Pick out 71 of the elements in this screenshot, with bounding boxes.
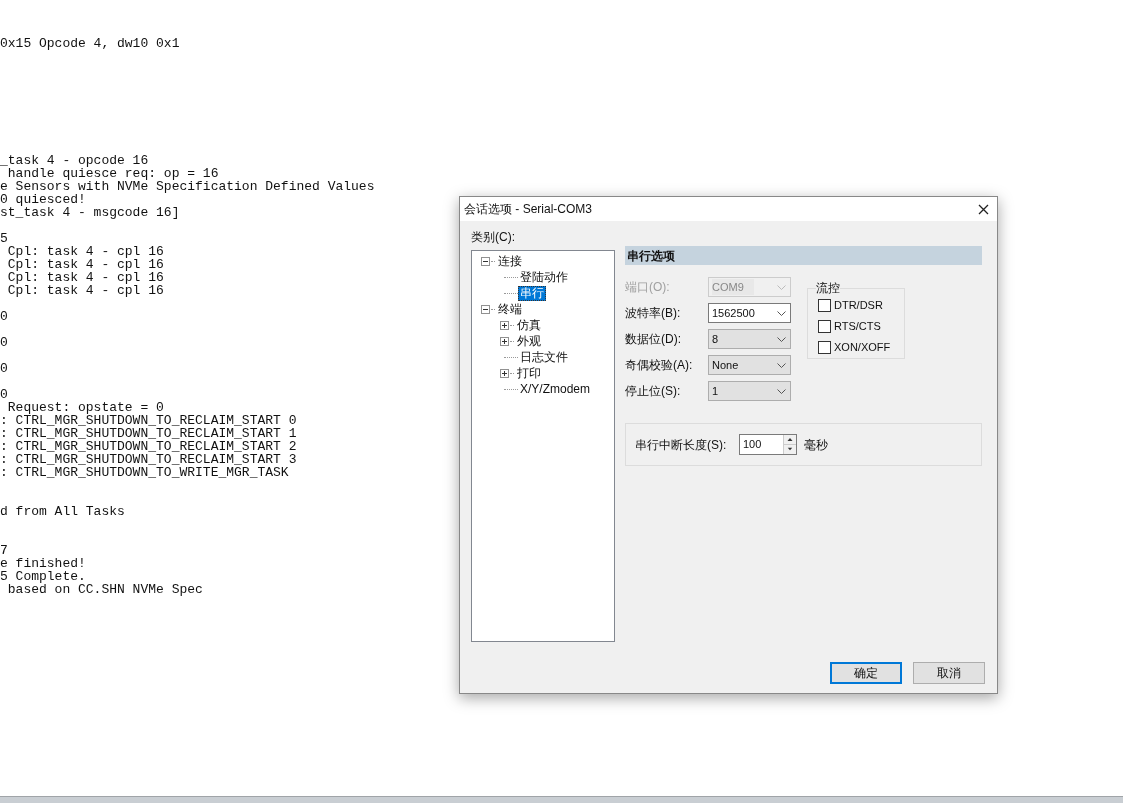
terminal-line: based on CC.SHN NVMe Spec [6, 582, 203, 597]
terminal-line: 0 [0, 335, 8, 350]
checkbox[interactable] [818, 299, 831, 312]
chevron-down-icon [777, 310, 786, 316]
terminal-line: e Sensors with NVMe Specification Defined Values [0, 179, 375, 194]
chevron-down-icon [777, 336, 786, 342]
checkbox-label: DTR/DSR [834, 298, 883, 314]
terminal-line: handle quiesce req: op = 16 [6, 166, 219, 181]
close-icon[interactable] [978, 203, 989, 215]
expand-icon[interactable] [500, 336, 509, 346]
dropdown-field[interactable]: 1562500 [708, 303, 791, 323]
terminal-line: 5 Complete. [0, 569, 86, 584]
chevron-down-icon [777, 388, 786, 394]
terminal-line: : CTRL_MGR_SHUTDOWN_TO_RECLAIM_START 3 [0, 452, 297, 467]
tree-item[interactable]: X/Y/Zmodem [518, 381, 593, 397]
field-label: 停止位(S): [625, 383, 682, 400]
expand-icon[interactable] [500, 320, 509, 330]
chevron-down-icon [777, 362, 786, 368]
terminal-line: d from All Tasks [0, 504, 125, 519]
terminal-line: Cpl: task 4 - cpl 16 [6, 283, 164, 298]
tree-item[interactable]: 外观 [515, 333, 543, 349]
field-label: 数据位(D): [625, 331, 682, 348]
checkbox-label: XON/XOFF [834, 340, 891, 356]
terminal-line: Cpl: task 4 - cpl 16 [6, 270, 164, 285]
tree-item[interactable]: 串行 [518, 285, 546, 301]
field-label: 波特率(B): [625, 305, 682, 322]
tree-item[interactable]: 终端 [496, 301, 524, 317]
collapse-icon[interactable] [481, 256, 490, 266]
dropdown-field[interactable]: None [708, 355, 791, 375]
category-label: 类别(C): [471, 230, 516, 246]
terminal-line: st_task 4 - msgcode 16] [0, 205, 180, 220]
window-title: 会话选项 - Serial-COM3 [464, 201, 592, 218]
terminal-line: 7 [0, 543, 8, 558]
section-title: 串行选项 [627, 247, 675, 265]
tree-item[interactable]: 打印 [515, 365, 543, 381]
checkbox-label: RTS/CTS [834, 319, 881, 335]
field-label: 奇偶校验(A): [625, 357, 694, 374]
terminal-line: 0 [0, 361, 8, 376]
tree-item[interactable]: 登陆动作 [518, 269, 570, 285]
unit-label: 毫秒 [804, 436, 828, 454]
terminal-line: 5 [0, 231, 8, 246]
field-label: 端口(O): [625, 279, 671, 296]
tree-item[interactable]: 日志文件 [518, 349, 570, 365]
chevron-down-icon [777, 284, 786, 290]
terminal-line: 0 quiesced! [0, 192, 86, 207]
terminal-line: 0x15 Opcode 4, dw10 0x1 [0, 36, 180, 51]
terminal-line: Request: opstate = 0 [6, 400, 164, 415]
break-length-spinner[interactable]: 100 [739, 434, 797, 455]
break-length-label: 串行中断长度(S): [635, 436, 728, 454]
dropdown-field[interactable]: 1 [708, 381, 791, 401]
checkbox[interactable] [818, 320, 831, 333]
terminal-line: : CTRL_MGR_SHUTDOWN_TO_RECLAIM_START 2 [0, 439, 297, 454]
terminal-line: : CTRL_MGR_SHUTDOWN_TO_RECLAIM_START 1 [0, 426, 297, 441]
dialog-button[interactable]: 确定 [830, 662, 902, 684]
expand-icon[interactable] [500, 368, 509, 378]
terminal-line: : CTRL_MGR_SHUTDOWN_TO_WRITE_MGR_TASK [0, 465, 289, 480]
terminal-line: : CTRL_MGR_SHUTDOWN_TO_RECLAIM_START 0 [0, 413, 297, 428]
dropdown-field[interactable]: 8 [708, 329, 791, 349]
group-title: 流控 [816, 280, 840, 297]
dialog-button[interactable]: 取消 [913, 662, 985, 684]
terminal-line: e finished! [0, 556, 86, 571]
terminal-line: Cpl: task 4 - cpl 16 [6, 244, 164, 259]
tree-item[interactable]: 仿真 [515, 317, 543, 333]
checkbox[interactable] [818, 341, 831, 354]
tree-item[interactable]: 连接 [496, 253, 524, 269]
spin-down-icon[interactable] [784, 444, 796, 453]
terminal-line: 0 [0, 309, 8, 324]
collapse-icon[interactable] [481, 304, 490, 314]
terminal-line: _task 4 - opcode 16 [0, 153, 149, 168]
terminal-line: 0 [0, 387, 8, 402]
terminal-line: Cpl: task 4 - cpl 16 [6, 257, 164, 272]
